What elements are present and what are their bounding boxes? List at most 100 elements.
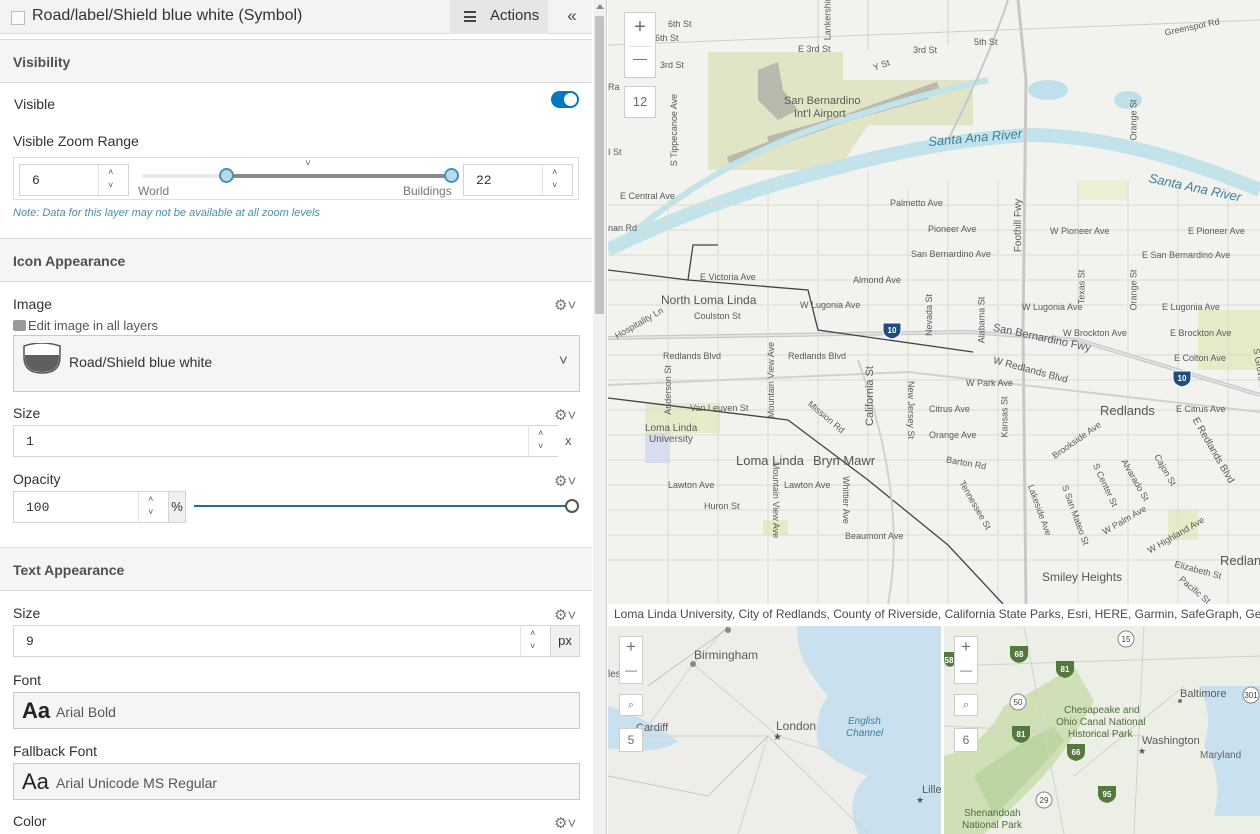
fallback-font-select[interactable]: Aa Arial Unicode MS Regular	[13, 763, 580, 800]
visibility-section-header[interactable]: Visibility	[0, 39, 592, 83]
visible-toggle[interactable]	[551, 91, 579, 108]
main-map-view[interactable]: 10 10 San Bernardino Int'l Airport Santa…	[608, 0, 1260, 604]
chevron-up-icon[interactable]: ˄	[108, 168, 113, 178]
font-select[interactable]: Aa Arial Bold	[13, 692, 580, 729]
image-value: Road/Shield blue white	[69, 354, 213, 370]
opacity-gear-icon[interactable]: ⚙˅	[554, 472, 576, 490]
chevron-down-icon[interactable]: ˅	[148, 508, 153, 518]
e-brockton-label: E Brockton Ave	[1170, 328, 1232, 338]
edge-rd-label: nan Rd	[608, 223, 638, 233]
minimap-london-zoom-in-button[interactable]: +	[620, 637, 642, 657]
chevron-up-icon[interactable]: ˄	[148, 495, 153, 505]
orange-st-label: Orange St	[1128, 99, 1139, 141]
scrollbar-thumb[interactable]	[595, 16, 604, 314]
chesapeake-label-3: Historical Park	[1068, 729, 1133, 740]
text-appearance-section-header[interactable]: Text Appearance	[0, 547, 592, 591]
edit-image-all-layers-link[interactable]: Edit image in all layers	[28, 318, 158, 333]
bryn-mawr-label: Bryn Mawr	[813, 453, 876, 468]
zoom-slider-min-handle[interactable]	[219, 168, 234, 183]
scroll-up-arrow-icon[interactable]	[596, 4, 604, 9]
lille-label: Lille	[922, 784, 941, 796]
opacity-value: 100	[26, 500, 50, 515]
symbol-layer-icon	[11, 11, 25, 25]
panel-scrollbar[interactable]	[593, 0, 606, 834]
chevron-down-icon[interactable]: ˅	[530, 642, 535, 652]
text-size-stepper[interactable]: ˄ ˅	[520, 626, 550, 656]
anderson-st-label: Anderson St	[662, 365, 673, 415]
opacity-slider-track[interactable]	[194, 505, 572, 507]
image-settings-gear-icon[interactable]: ⚙˅	[554, 296, 576, 314]
e-lugonia-label: E Lugonia Ave	[1162, 302, 1220, 312]
central-label: E Central Ave	[620, 191, 675, 201]
minimap-london[interactable]: ★ ★ Birmingham Cardiff London English Ch…	[608, 626, 941, 834]
collapse-panel-button[interactable]: «	[552, 0, 592, 34]
icon-size-stepper[interactable]: ˄ ˅	[528, 426, 558, 456]
route-95-shield: 95	[1103, 790, 1112, 799]
minimap-washington-zoom-level: 6	[954, 728, 978, 752]
minimap-london-zoom-level: 5	[619, 728, 643, 752]
star-icon: ★	[773, 732, 782, 743]
map-zoom-control: + —	[624, 12, 656, 78]
lawton-label: Lawton Ave	[668, 480, 715, 490]
chevron-up-icon[interactable]: ˄	[530, 629, 535, 639]
text-size-unit-label: px	[558, 633, 572, 648]
minimap-london-search-icon[interactable]: ⌕	[619, 694, 643, 716]
style-editor-app: Road/label/Shield blue white (Symbol) Ac…	[0, 0, 1260, 834]
min-zoom-stepper[interactable]: ˄ ˅	[98, 165, 128, 195]
image-select[interactable]: Road/Shield blue white ˅	[13, 335, 580, 392]
zoom-in-button[interactable]: +	[625, 16, 655, 39]
minimap-london-zoom-control: + —	[619, 636, 643, 684]
route-50-shield: 50	[1014, 698, 1023, 707]
buildings-label: Buildings	[403, 184, 452, 198]
redlands-label: Redlands	[1100, 403, 1155, 418]
text-size-input[interactable]: 9 ˄ ˅	[13, 625, 550, 657]
huron-st-label: Huron St	[704, 501, 740, 511]
minimap-washington-search-icon[interactable]: ⌕	[954, 694, 978, 716]
color-gear-icon[interactable]: ⚙˅	[554, 814, 576, 832]
text-appearance-title: Text Appearance	[13, 562, 125, 578]
icon-size-unit: x	[565, 433, 572, 448]
actions-button[interactable]: Actions	[450, 0, 548, 34]
loma-linda-label: Loma Linda	[736, 453, 804, 468]
chevron-down-icon[interactable]: ˅	[108, 181, 113, 191]
north-loma-linda-label: North Loma Linda	[661, 293, 757, 307]
opacity-input[interactable]: 100 ˄ ˅	[13, 491, 168, 523]
opacity-unit-label: %	[171, 499, 183, 514]
route-29-shield: 29	[1040, 796, 1049, 805]
birmingham-label: Birmingham	[694, 648, 759, 662]
max-zoom-stepper[interactable]: ˄ ˅	[542, 165, 572, 195]
minimap-washington[interactable]: ★ 68 81 58 81 66 95 15 50 29 301 Chesape…	[944, 626, 1260, 834]
lankershim-label: Lankershim	[822, 0, 833, 41]
text-size-gear-icon[interactable]: ⚙˅	[554, 606, 576, 624]
icon-size-gear-icon[interactable]: ⚙˅	[554, 406, 576, 424]
minimap-washington-zoom-out-button[interactable]: —	[955, 663, 977, 677]
max-zoom-input[interactable]: 22 ˄ ˅	[463, 164, 573, 196]
llu-label: Loma Linda	[645, 423, 698, 434]
icon-size-label: Size	[13, 405, 41, 421]
mountain-view-label: Mountain View Ave	[766, 341, 777, 419]
chevron-up-icon[interactable]: ˄	[552, 168, 557, 178]
e3rd-label: E 3rd St	[798, 44, 831, 54]
chevron-up-icon[interactable]: ˄	[538, 429, 543, 439]
chevron-down-icon[interactable]: ˅	[552, 181, 557, 191]
zoom-out-button[interactable]: —	[625, 50, 655, 66]
image-label: Image	[13, 296, 52, 312]
icon-size-input[interactable]: 1 ˄ ˅	[13, 425, 558, 457]
text-size-label: Size	[13, 605, 41, 621]
whittier-label: Whittier Ave	[840, 476, 851, 524]
opacity-slider-handle[interactable]	[565, 499, 579, 513]
e-citrus-label: E Citrus Ave	[1176, 404, 1226, 414]
minimap-washington-zoom-in-button[interactable]: +	[955, 637, 977, 657]
washington-label: Washington	[1142, 735, 1200, 747]
i-st-label: I St	[608, 147, 622, 157]
opacity-stepper[interactable]: ˄ ˅	[138, 492, 168, 522]
pioneer-ave-label: Pioneer Ave	[928, 224, 977, 234]
chevron-down-icon[interactable]: ˅	[538, 442, 543, 452]
minimap-divider	[941, 626, 944, 834]
zoom-slider-max-handle[interactable]	[444, 168, 459, 183]
5th-st-label: 5th St	[974, 37, 998, 47]
minimap-washington-zoom-control: + —	[954, 636, 978, 684]
icon-appearance-section-header[interactable]: Icon Appearance	[0, 238, 592, 282]
minimap-london-zoom-out-button[interactable]: —	[620, 663, 642, 677]
min-zoom-input[interactable]: 6 ˄ ˅	[19, 164, 129, 196]
